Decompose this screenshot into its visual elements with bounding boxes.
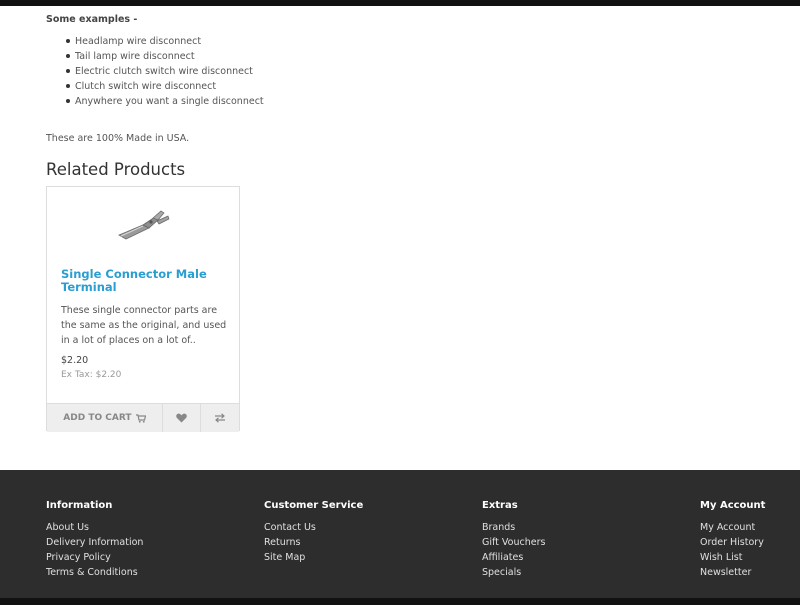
footer-link-newsletter[interactable]: Newsletter xyxy=(700,567,751,578)
list-item: Headlamp wire disconnect xyxy=(66,34,746,49)
footer-link-privacy-policy[interactable]: Privacy Policy xyxy=(46,552,111,563)
footer-link-contact-us[interactable]: Contact Us xyxy=(264,522,316,533)
footer-link-specials[interactable]: Specials xyxy=(482,567,521,578)
footer-column-information: Information About Us Delivery Informatio… xyxy=(46,499,143,580)
footer-column-my-account: My Account My Account Order History Wish… xyxy=(700,499,765,580)
product-price: $2.20 xyxy=(61,355,89,366)
footer-link-about-us[interactable]: About Us xyxy=(46,522,89,533)
list-item: Tail lamp wire disconnect xyxy=(66,49,746,64)
site-footer: Information About Us Delivery Informatio… xyxy=(0,470,800,598)
product-name-link[interactable]: Single Connector Male Terminal xyxy=(61,268,231,294)
exchange-arrows-icon xyxy=(215,413,226,423)
footer-column-extras: Extras Brands Gift Vouchers Affiliates S… xyxy=(482,499,545,580)
footer-link-brands[interactable]: Brands xyxy=(482,522,515,533)
examples-list: Headlamp wire disconnect Tail lamp wire … xyxy=(46,34,746,109)
footer-link-delivery-information[interactable]: Delivery Information xyxy=(46,537,143,548)
heart-icon xyxy=(176,413,187,423)
add-to-wishlist-button[interactable] xyxy=(163,404,202,432)
footer-bottom-bar xyxy=(0,598,800,605)
list-item: Clutch switch wire disconnect xyxy=(66,79,746,94)
footer-column-title: My Account xyxy=(700,500,766,511)
product-actions: ADD TO CART xyxy=(47,403,239,432)
examples-title: Some examples - xyxy=(46,14,138,25)
add-to-cart-label: ADD TO CART xyxy=(63,413,132,423)
top-bar xyxy=(0,0,800,6)
add-to-cart-button[interactable]: ADD TO CART xyxy=(47,404,163,432)
footer-link-my-account[interactable]: My Account xyxy=(700,522,755,533)
product-card: Single Connector Male Terminal These sin… xyxy=(46,186,240,432)
product-ex-tax: Ex Tax: $2.20 xyxy=(61,370,122,380)
footer-link-gift-vouchers[interactable]: Gift Vouchers xyxy=(482,537,545,548)
footer-column-title: Extras xyxy=(482,500,518,511)
footer-column-title: Information xyxy=(46,500,113,511)
product-description: Some examples - Headlamp wire disconnect… xyxy=(46,13,746,180)
product-description-text: These single connector parts are the sam… xyxy=(61,305,227,346)
footer-link-order-history[interactable]: Order History xyxy=(700,537,764,548)
compare-button[interactable] xyxy=(201,404,239,432)
made-in-text: These are 100% Made in USA. xyxy=(46,133,190,144)
list-item: Electric clutch switch wire disconnect xyxy=(66,64,746,79)
footer-link-affiliates[interactable]: Affiliates xyxy=(482,552,523,563)
footer-link-site-map[interactable]: Site Map xyxy=(264,552,305,563)
shopping-cart-icon xyxy=(135,413,146,423)
product-image[interactable] xyxy=(113,205,173,245)
related-products-heading: Related Products xyxy=(46,160,186,179)
list-item: Anywhere you want a single disconnect xyxy=(66,94,746,109)
footer-link-wish-list[interactable]: Wish List xyxy=(700,552,742,563)
footer-link-returns[interactable]: Returns xyxy=(264,537,300,548)
footer-column-customer-service: Customer Service Contact Us Returns Site… xyxy=(264,499,363,565)
footer-link-terms-conditions[interactable]: Terms & Conditions xyxy=(46,567,138,578)
footer-column-title: Customer Service xyxy=(264,500,364,511)
